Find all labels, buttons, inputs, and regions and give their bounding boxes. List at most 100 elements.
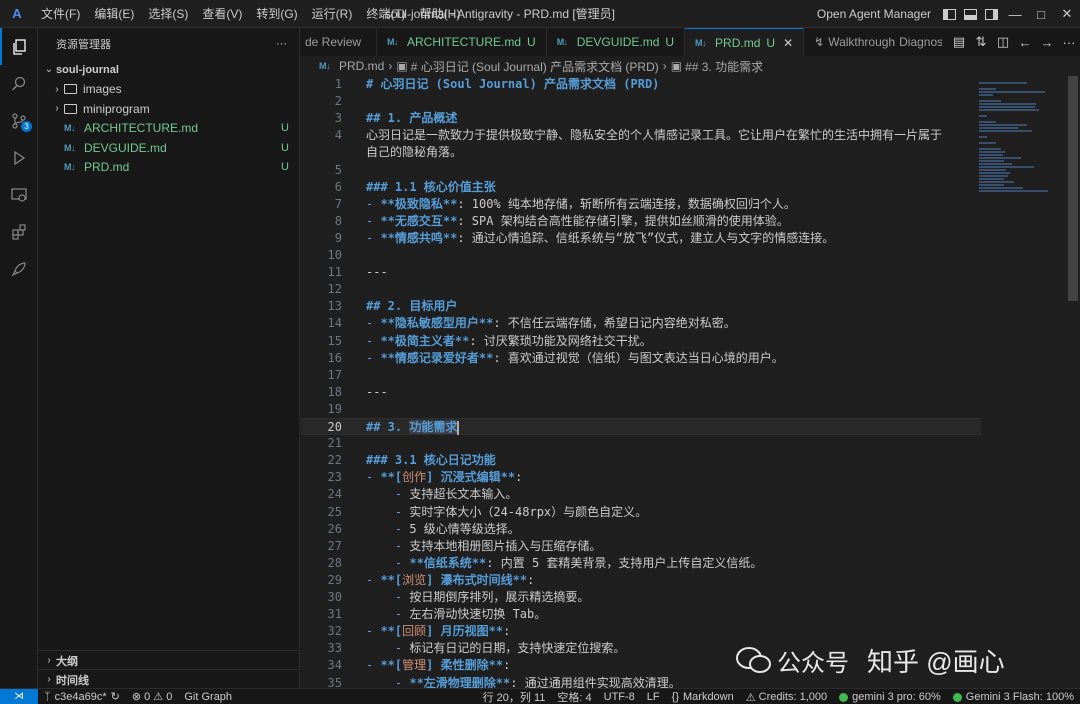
code-line[interactable]: 6 ### 1.1 核心价值主张 — [301, 179, 981, 196]
explorer-icon[interactable] — [0, 28, 38, 65]
back-arrow-icon[interactable]: ← — [1014, 35, 1036, 50]
tree-item-architecture[interactable]: M↓ ARCHITECTURE.md U — [38, 119, 299, 139]
code-line[interactable]: 16 - **情感记录爱好者**: 喜欢通过视觉（信纸）与图文表达当日心境的用户。 — [301, 350, 981, 367]
breadcrumb-item-file[interactable]: PRD.md — [339, 59, 384, 73]
code-line[interactable]: 29 - **[浏览] 瀑布式时间线**: — [301, 572, 981, 589]
code-line[interactable]: 28 - **信纸系统**: 内置 5 套精美背景，支持用户上传自定义信纸。 — [301, 555, 981, 572]
minimize-icon[interactable]: — — [1002, 7, 1028, 22]
menu-file[interactable]: 文件(F) — [34, 0, 87, 28]
code-line[interactable]: 12 — [301, 281, 981, 298]
code-line[interactable]: 11 --- — [301, 264, 981, 281]
search-icon[interactable] — [0, 65, 38, 102]
minimap-line — [979, 148, 1002, 150]
code-line[interactable]: 3 ## 1. 产品概述 — [301, 110, 981, 127]
tab-walkthrough[interactable]: ↯ Walkthrough Diagnos — [804, 28, 955, 56]
toggle-panel-icon[interactable] — [964, 8, 977, 20]
code-line[interactable]: 32 - **[回顾] 月历视图**: — [301, 623, 981, 640]
more-actions-icon[interactable]: ··· — [1058, 35, 1080, 50]
rocket-icon[interactable] — [0, 250, 38, 287]
code-line[interactable]: 27 - 支持本地相册图片插入与压缩存储。 — [301, 538, 981, 555]
gemini-flash-quota[interactable]: Gemini 3 Flash: 100% — [947, 691, 1080, 703]
code-line[interactable]: 24 - 支持超长文本输入。 — [301, 486, 981, 503]
remote-indicator[interactable]: ⋊ — [0, 688, 38, 704]
code-line[interactable]: 15 - **极简主义者**: 讨厌繁琐功能及网络社交干扰。 — [301, 333, 981, 350]
remote-explorer-icon[interactable] — [0, 176, 38, 213]
split-editor-icon[interactable]: ◫ — [992, 34, 1014, 50]
menu-view[interactable]: 查看(V) — [195, 0, 249, 28]
code-line[interactable]: 5 — [301, 162, 981, 179]
code-line[interactable]: 21 — [301, 435, 981, 452]
encoding[interactable]: UTF-8 — [598, 691, 641, 703]
breadcrumb-item-h2[interactable]: ## 3. 功能需求 — [685, 58, 763, 75]
code-line[interactable]: 4 心羽日记是一款致力于提供极致宁静、隐私安全的个人情感记录工具。它让用户在繁忙的… — [301, 127, 981, 144]
code-line[interactable]: 14 - **隐私敏感型用户**: 不信任云端存储，希望日记内容绝对私密。 — [301, 315, 981, 332]
run-debug-icon[interactable] — [0, 139, 38, 176]
tree-root[interactable]: ⌄ soul-journal — [38, 60, 299, 80]
menu-edit[interactable]: 编辑(E) — [87, 0, 141, 28]
code-line[interactable]: 18 --- — [301, 384, 981, 401]
toggle-sidebar-icon[interactable] — [943, 8, 956, 20]
code-line[interactable]: 17 — [301, 367, 981, 384]
menu-selection[interactable]: 选择(S) — [141, 0, 195, 28]
compare-icon[interactable]: ⇅ — [970, 34, 992, 50]
minimap[interactable] — [973, 76, 1069, 688]
cursor-position[interactable]: 行 20，列 11 — [477, 689, 552, 704]
tab-label: Walkthrough — [828, 35, 896, 49]
code-editor[interactable]: 1 # 心羽日记 (Soul Journal) 产品需求文档 (PRD) 2 3 ## … — [301, 76, 1080, 688]
vertical-scrollbar[interactable] — [1068, 76, 1078, 688]
credits-indicator[interactable]: ⚠ Credits: 1,000 — [740, 691, 833, 704]
scrollbar-thumb[interactable] — [1068, 76, 1078, 301]
toggle-secondary-sidebar-icon[interactable] — [985, 8, 998, 20]
tab-devguide[interactable]: M↓ DEVGUIDE.md U — [546, 28, 686, 56]
code-line[interactable]: 自己的隐秘角落。 — [301, 144, 981, 161]
problems-indicator[interactable]: ⊗ 0 ⚠ 0 — [126, 690, 179, 704]
open-preview-icon[interactable]: ▤ — [948, 34, 970, 50]
forward-arrow-icon[interactable]: → — [1036, 35, 1058, 50]
code-line[interactable]: 7 - **极致隐私**: 100% 纯本地存储，斩断所有云端连接，数据确权回归个… — [301, 196, 981, 213]
code-line[interactable]: 25 - 实时字体大小（24-48rpx）与颜色自定义。 — [301, 504, 981, 521]
code-token: - — [366, 350, 381, 365]
code-line[interactable]: 19 — [301, 401, 981, 418]
outline-section[interactable]: › 大纲 — [38, 650, 300, 670]
code-line[interactable]: 20 ## 3. 功能需求 — [301, 418, 981, 435]
language-mode[interactable]: {} Markdown — [666, 691, 740, 703]
code-line[interactable]: 30 - 按日期倒序排列，展示精选摘要。 — [301, 589, 981, 606]
code-line[interactable]: 22 ### 3.1 核心日记功能 — [301, 452, 981, 469]
tree-item-devguide[interactable]: M↓ DEVGUIDE.md U — [38, 138, 299, 158]
tab-prd[interactable]: M↓ PRD.md U ✕ — [685, 28, 805, 56]
breadcrumb-item-h1[interactable]: # 心羽日记 (Soul Journal) 产品需求文档 (PRD) — [411, 58, 659, 75]
tab-code-review[interactable]: de Review — [301, 28, 377, 56]
tree-item-images[interactable]: › images — [38, 80, 299, 100]
git-graph-button[interactable]: Git Graph — [178, 691, 238, 703]
indentation[interactable]: 空格: 4 — [551, 689, 597, 704]
code-line[interactable]: 10 — [301, 247, 981, 264]
code-line[interactable]: 23 - **[创作] 沉浸式编辑**: — [301, 469, 981, 486]
branch-indicator[interactable]: ᛉ c3e4a69c* ↻ — [38, 690, 126, 704]
more-actions-icon[interactable]: ··· — [276, 38, 287, 50]
source-control-icon[interactable]: 3 — [0, 102, 38, 139]
menu-go[interactable]: 转到(G) — [249, 0, 304, 28]
close-tab-icon[interactable]: ✕ — [783, 36, 793, 50]
timeline-section[interactable]: › 时间线 — [38, 669, 300, 689]
code-line[interactable]: 26 - 5 级心情等级选择。 — [301, 521, 981, 538]
code-line[interactable]: 31 - 左右滑动快速切换 Tab。 — [301, 606, 981, 623]
code-line[interactable]: 8 - **无感交互**: SPA 架构结合高性能存储引擎，提供如丝顺滑的使用体验… — [301, 213, 981, 230]
tab-architecture[interactable]: M↓ ARCHITECTURE.md U — [377, 28, 547, 56]
close-icon[interactable]: ✕ — [1054, 6, 1080, 22]
code-token: - — [366, 316, 381, 331]
code-line[interactable]: 1 # 心羽日记 (Soul Journal) 产品需求文档 (PRD) — [301, 76, 981, 93]
code-token: - — [366, 333, 381, 348]
open-agent-manager-button[interactable]: Open Agent Manager — [817, 7, 931, 21]
tree-item-prd[interactable]: M↓ PRD.md U — [38, 158, 299, 178]
gemini-pro-quota[interactable]: gemini 3 pro: 60% — [833, 691, 947, 703]
extensions-icon[interactable] — [0, 213, 38, 250]
end-of-line[interactable]: LF — [641, 691, 666, 703]
gemini-flash-label: Gemini 3 Flash: 100% — [965, 691, 1074, 703]
code-line[interactable]: 2 — [301, 93, 981, 110]
tree-item-miniprogram[interactable]: › miniprogram — [38, 99, 299, 119]
code-line[interactable]: 13 ## 2. 目标用户 — [301, 298, 981, 315]
warning-icon: ⚠ — [153, 691, 164, 703]
code-token: ## 1. 产品概述 — [366, 111, 458, 126]
code-line[interactable]: 9 - **情感共鸣**: 通过心情追踪、信纸系统与“放飞”仪式，建立人与文字的情… — [301, 230, 981, 247]
maximize-icon[interactable]: □ — [1028, 7, 1054, 22]
